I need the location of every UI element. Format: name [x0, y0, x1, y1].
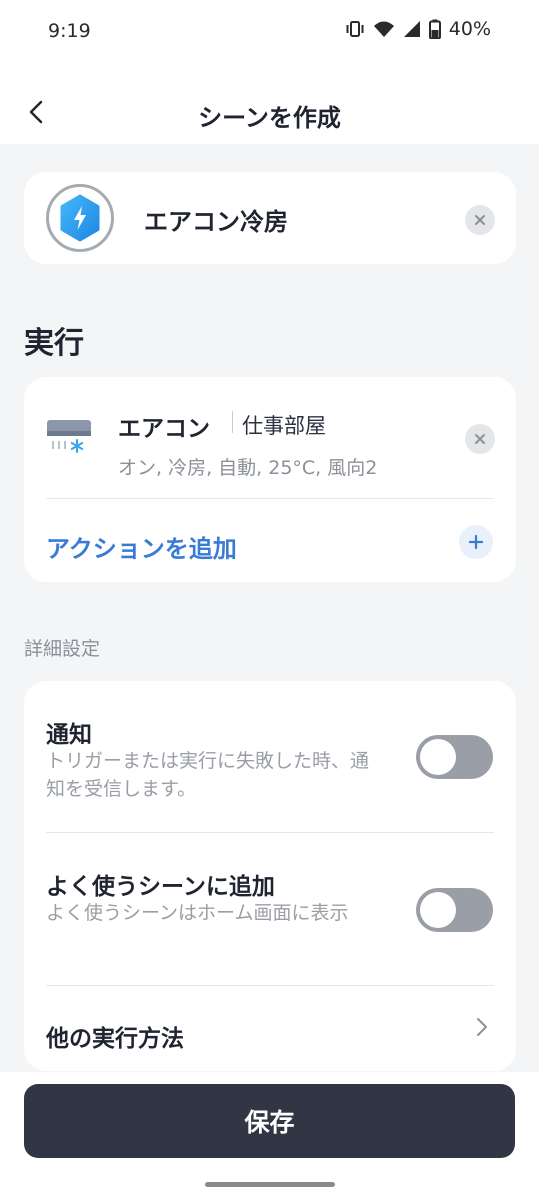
clear-scene-name-button[interactable]	[465, 205, 495, 235]
toggle-knob	[420, 892, 456, 928]
toggle-knob	[420, 739, 456, 775]
close-icon	[475, 434, 485, 444]
divider	[46, 498, 494, 499]
plus-icon	[469, 535, 483, 549]
page-title: シーンを作成	[198, 104, 341, 132]
device-room[interactable]: 仕事部屋	[242, 410, 326, 440]
divider	[46, 832, 494, 833]
air-conditioner-icon	[46, 419, 92, 459]
advanced-settings-label: 詳細設定	[24, 638, 101, 660]
device-separator	[232, 411, 233, 433]
app-bar: シーンを作成	[0, 84, 539, 144]
other-methods-item[interactable]: 他の実行方法	[46, 1019, 184, 1053]
status-bar: 9:19 40%	[0, 0, 539, 62]
scene-name-card[interactable]: エアコン冷房	[24, 172, 516, 264]
wifi-icon	[373, 20, 395, 38]
scene-icon-picker[interactable]	[46, 184, 114, 252]
battery-percent: 40%	[448, 18, 491, 40]
lightning-hexagon-icon	[60, 194, 100, 242]
notify-toggle[interactable]	[416, 735, 493, 779]
device-action-detail[interactable]: オン, 冷房, 自動, 25°C, 風向2	[118, 453, 377, 480]
favorite-title: よく使うシーンに追加	[46, 874, 275, 900]
status-time: 9:19	[48, 20, 91, 42]
execution-card: エアコン 仕事部屋 オン, 冷房, 自動, 25°C, 風向2 アクションを追加	[24, 377, 516, 582]
close-icon	[475, 215, 485, 225]
save-button[interactable]: 保存	[24, 1084, 515, 1158]
battery-icon	[428, 19, 441, 39]
favorite-description: よく使うシーンはホーム画面に表示	[46, 902, 349, 924]
advanced-settings-card: 通知 トリガーまたは実行に失敗した時、通知を受信します。 よく使うシーンに追加 …	[24, 681, 516, 1071]
top-area: 9:19 40% シーンを作成	[0, 0, 539, 144]
scene-name-text[interactable]: エアコン冷房	[144, 202, 288, 237]
home-indicator[interactable]	[205, 1182, 335, 1187]
notify-title: 通知	[46, 722, 92, 748]
cell-signal-icon	[403, 20, 421, 38]
execution-section-title: 実行	[24, 326, 84, 361]
notify-description: トリガーまたは実行に失敗した時、通知を受信します。	[46, 750, 370, 800]
favorite-toggle[interactable]	[416, 888, 493, 932]
status-icons: 40%	[345, 18, 491, 40]
device-name[interactable]: エアコン	[118, 409, 210, 443]
chevron-right-icon[interactable]	[476, 1017, 488, 1041]
vibrate-icon	[345, 20, 365, 38]
divider	[46, 985, 494, 986]
remove-action-button[interactable]	[465, 424, 495, 454]
add-action-button[interactable]	[459, 525, 493, 559]
add-action-link[interactable]: アクションを追加	[46, 529, 237, 564]
bottom-bar: 保存	[0, 1072, 539, 1200]
